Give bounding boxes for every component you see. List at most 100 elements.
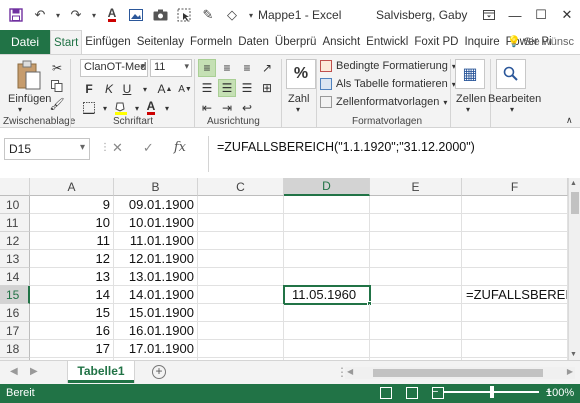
align-left-icon[interactable]: ☰ [198,79,216,97]
row-header[interactable]: 17 [0,322,30,340]
cancel-icon[interactable]: ✕ [112,140,123,156]
cell-b[interactable]: 09.01.1900 [114,196,198,214]
cell-c[interactable] [198,340,284,358]
cell-f[interactable]: =ZUFALLSBEREICH("1.1.1920";"31.12.2000") [462,286,568,304]
cell-e[interactable] [370,214,462,232]
row-header[interactable]: 11 [0,214,30,232]
cell-f[interactable] [462,232,568,250]
zoom-slider[interactable]: − + [432,386,552,398]
cell-f[interactable] [462,214,568,232]
cell-b[interactable]: 10.01.1900 [114,214,198,232]
cell-a[interactable]: 17 [30,340,114,358]
add-sheet-icon[interactable]: + [152,365,166,379]
format-as-table-button[interactable]: Als Tabelle formatieren ▾ [320,78,456,90]
increase-indent-icon[interactable]: ⇥ [218,99,236,117]
worksheet-grid[interactable]: A B C D E F 10 9 09.01.1900 11 10 10.01.1900 1… [0,178,568,360]
cell-b[interactable]: 11.01.1900 [114,232,198,250]
row-header[interactable]: 16 [0,304,30,322]
tab-file[interactable]: Datei [0,30,50,54]
tab-insert[interactable]: Einfügen [82,30,133,54]
align-top-icon[interactable]: ≡ [198,59,216,77]
tab-developer[interactable]: Entwickl [363,30,411,54]
number-dropdown-icon[interactable]: ▾ [296,105,300,114]
shape-icon[interactable]: ◇ [222,5,242,25]
decrease-indent-icon[interactable]: ⇤ [198,99,216,117]
tab-page-layout[interactable]: Seitenlay [134,30,187,54]
cell-c[interactable] [198,268,284,286]
cell-f[interactable] [462,322,568,340]
name-box[interactable]: D15 ▾ [4,138,90,160]
cell-f[interactable] [462,268,568,286]
cell-f[interactable] [462,250,568,268]
cell-e[interactable] [370,322,462,340]
cell-a[interactable]: 9 [30,196,114,214]
tab-review[interactable]: Überprü [272,30,320,54]
zoom-track[interactable] [444,386,540,398]
confirm-icon[interactable]: ✓ [143,140,154,156]
cell-a[interactable]: 11 [30,232,114,250]
minimize-icon[interactable]: — [502,0,528,30]
cell-a[interactable]: 14 [30,286,114,304]
cell-d[interactable] [284,232,370,250]
bold-button[interactable]: F [80,80,98,98]
cell-a[interactable]: 12 [30,250,114,268]
cut-icon[interactable]: ✂ [48,59,66,77]
select-all-corner[interactable] [0,178,30,196]
normal-view-icon[interactable] [380,387,392,399]
cell-b[interactable]: 14.01.1900 [114,286,198,304]
cell-e[interactable] [370,340,462,358]
format-painter-icon[interactable]: 🖌 [48,95,66,113]
maximize-icon[interactable]: ☐ [528,0,554,30]
cell-c[interactable] [198,196,284,214]
cell-b[interactable]: 13.01.1900 [114,268,198,286]
sheet-next-icon[interactable]: ▶ [30,366,38,377]
cell-c[interactable] [198,232,284,250]
scroll-left-icon[interactable]: ◀ [347,367,353,376]
underline-dropdown-icon[interactable]: ▾ [136,80,154,98]
tab-inquire[interactable]: Inquire [461,30,502,54]
tab-foxit-pdf[interactable]: Foxit PD [411,30,461,54]
number-format-button[interactable]: % [286,59,316,89]
insert-function-icon[interactable]: fx [174,140,186,156]
paste-button[interactable] [12,59,46,91]
font-color-icon[interactable]: A [102,5,122,25]
undo-icon[interactable]: ↶ [30,5,50,25]
cell-e[interactable] [370,286,462,304]
sheet-tab-tabelle1[interactable]: Tabelle1 [68,361,134,383]
row-header[interactable]: 18 [0,340,30,358]
cell-c[interactable] [198,214,284,232]
undo-dropdown-icon[interactable]: ▾ [54,5,62,25]
cell-e[interactable] [370,304,462,322]
underline-button[interactable]: U [118,80,136,98]
row-header[interactable]: 15 [0,286,30,304]
merge-cells-icon[interactable]: ⊞ [258,79,276,97]
tab-view[interactable]: Ansicht [319,30,363,54]
tell-me-box[interactable]: 💡 Sie wünsc [507,35,574,49]
zoom-out-icon[interactable]: − [432,386,438,398]
conditional-formatting-button[interactable]: Bedingte Formatierung ▾ [320,60,456,72]
save-icon[interactable] [6,5,26,25]
wrap-text-icon[interactable]: ↩ [238,99,256,117]
column-header-f[interactable]: F [462,178,568,196]
cell-c[interactable] [198,286,284,304]
cell-b[interactable]: 17.01.1900 [114,340,198,358]
cell-f[interactable] [462,304,568,322]
align-right-icon[interactable]: ☰ [238,79,256,97]
pen-icon[interactable]: ✎ [198,5,218,25]
cell-styles-button[interactable]: Zellenformatvorlagen ▾ [320,96,447,108]
cell-b[interactable]: 16.01.1900 [114,322,198,340]
cell-d[interactable] [284,340,370,358]
font-size-select[interactable]: 11 ▾ [150,59,192,77]
cell-d[interactable] [284,250,370,268]
close-icon[interactable]: ✕ [554,0,580,30]
redo-dropdown-icon[interactable]: ▾ [90,5,98,25]
column-header-e[interactable]: E [370,178,462,196]
scroll-right-icon[interactable]: ▶ [567,367,573,376]
column-header-b[interactable]: B [114,178,198,196]
italic-button[interactable]: K [100,80,118,98]
editing-dropdown-icon[interactable]: ▾ [510,105,514,114]
cell-e[interactable] [370,268,462,286]
cell-a[interactable]: 16 [30,322,114,340]
row-header[interactable]: 13 [0,250,30,268]
cell-e[interactable] [370,232,462,250]
